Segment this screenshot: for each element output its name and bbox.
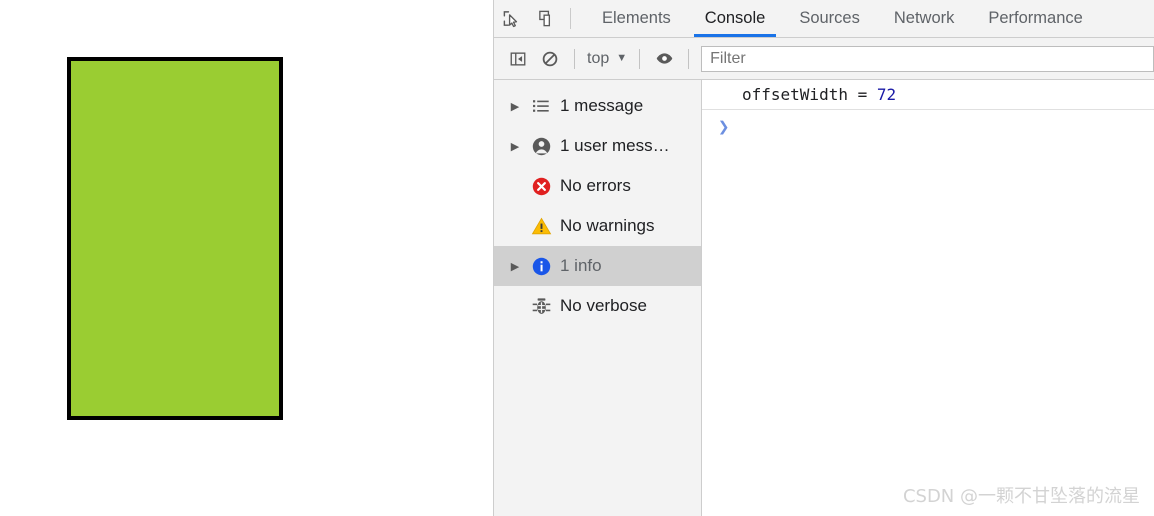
filter-input[interactable] (701, 45, 1154, 72)
sidebar-item-warnings[interactable]: ▶ No warnings (494, 206, 701, 246)
tab-console-label: Console (704, 9, 766, 27)
tab-performance-label: Performance (988, 9, 1083, 27)
info-icon (526, 256, 556, 277)
tab-network[interactable]: Network (877, 0, 972, 37)
disclosure-triangle-icon[interactable]: ▶ (504, 100, 526, 113)
error-icon (526, 176, 556, 197)
tab-sources[interactable]: Sources (782, 0, 877, 37)
console-message-row[interactable]: offsetWidth = 72 (702, 80, 1154, 110)
execution-context-label: top (587, 49, 610, 67)
disclosure-triangle-icon[interactable]: ▶ (504, 260, 526, 273)
console-prompt-row[interactable]: ❯ (702, 110, 1154, 145)
tab-network-label: Network (893, 9, 955, 27)
devtools-tabbar: Elements Console Sources Network Perform… (494, 0, 1154, 38)
sidebar-item-verbose-label: No verbose (560, 296, 647, 315)
sidebar-item-messages[interactable]: ▶ 1 message (494, 86, 701, 126)
bug-icon (526, 296, 556, 317)
sidebar-toggle-icon[interactable] (502, 45, 534, 73)
web-page-viewport (0, 0, 493, 516)
green-demo-box (67, 57, 283, 420)
tab-performance[interactable]: Performance (971, 0, 1099, 37)
chevron-down-icon: ▼ (616, 52, 628, 64)
toolbar-divider (688, 48, 690, 69)
live-expression-eye-icon[interactable] (648, 45, 680, 73)
console-options-toolbar: top ▼ (494, 38, 1154, 80)
prompt-caret-icon: ❯ (718, 116, 730, 138)
toolbar-divider (574, 48, 575, 69)
toolbar-divider (570, 8, 571, 29)
tab-console[interactable]: Console (688, 0, 783, 37)
console-body: ▶ 1 message ▶ 1 user mess… No errors No … (494, 80, 1154, 516)
sidebar-item-errors-label: No errors (560, 176, 631, 195)
console-sidebar: ▶ 1 message ▶ 1 user mess… No errors No … (494, 80, 702, 516)
disclosure-triangle-icon[interactable]: ▶ (504, 140, 526, 153)
sidebar-item-errors[interactable]: ▶ No errors (494, 166, 701, 206)
console-message-text: offsetWidth = (742, 84, 877, 104)
sidebar-item-user-messages-label: 1 user mess… (560, 136, 670, 155)
warning-icon (526, 216, 556, 237)
sidebar-item-messages-label: 1 message (560, 96, 644, 115)
tab-elements[interactable]: Elements (585, 0, 688, 37)
sidebar-item-verbose[interactable]: ▶ (494, 286, 701, 326)
devtools-panel: Elements Console Sources Network Perform… (493, 0, 1154, 516)
console-output: offsetWidth = 72 ❯ (702, 80, 1154, 516)
sidebar-item-info-label: 1 info (560, 256, 602, 275)
inspect-element-icon[interactable] (494, 0, 529, 37)
user-icon (526, 136, 556, 157)
csdn-watermark: CSDN @一颗不甘坠落的流星 (902, 486, 1140, 507)
tab-elements-label: Elements (602, 9, 671, 27)
execution-context-selector[interactable]: top ▼ (583, 50, 631, 68)
devtools-tabs: Elements Console Sources Network Perform… (585, 0, 1100, 37)
list-icon (526, 96, 556, 116)
toolbar-divider (639, 48, 641, 69)
sidebar-item-user-messages[interactable]: ▶ 1 user mess… (494, 126, 701, 166)
clear-console-icon[interactable] (534, 45, 566, 73)
sidebar-item-info[interactable]: ▶ 1 info (494, 246, 701, 286)
console-message-value: 72 (876, 84, 897, 104)
tab-sources-label: Sources (799, 9, 860, 27)
sidebar-item-warnings-label: No warnings (560, 216, 655, 235)
device-toolbar-icon[interactable] (529, 0, 564, 37)
